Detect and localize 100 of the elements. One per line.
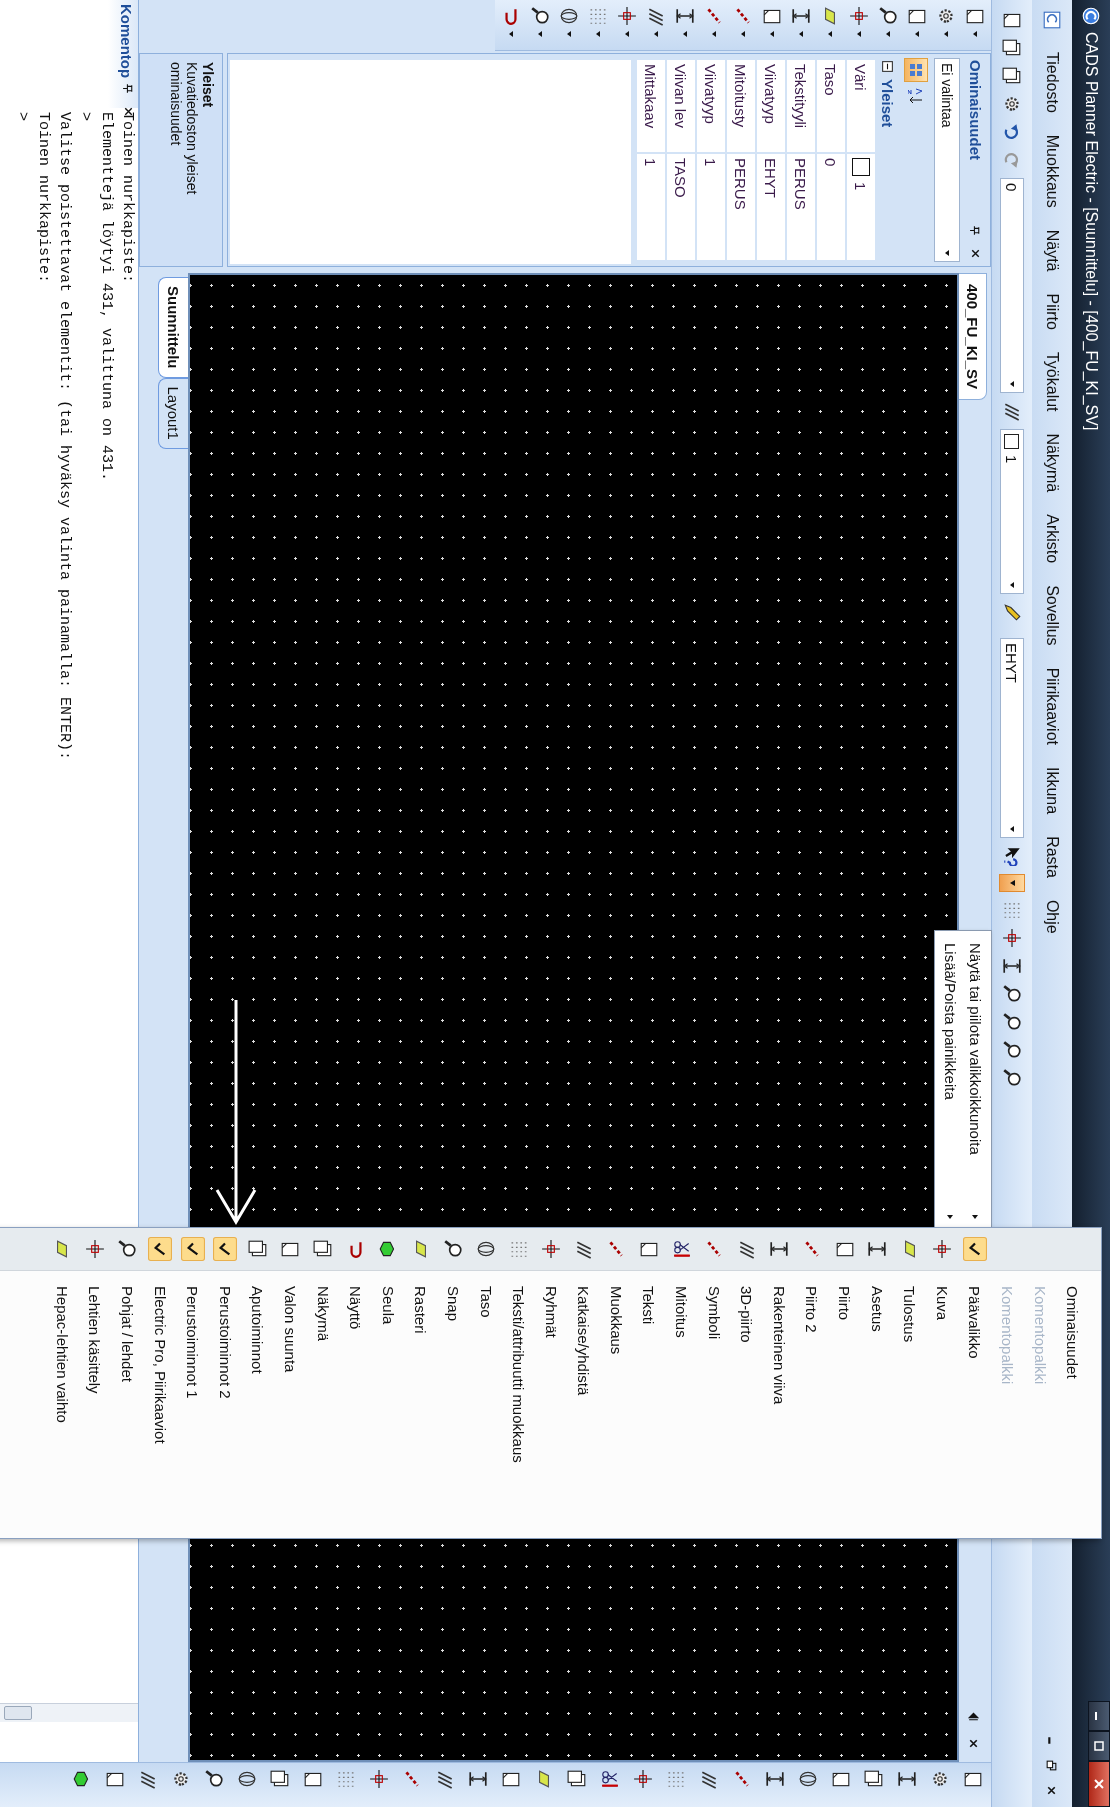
menu-item[interactable]: Muokkaus [1043, 134, 1061, 208]
scroll-tabs-icon[interactable] [967, 1710, 980, 1723]
scissors-icon[interactable] [671, 1239, 692, 1259]
dimension-icon[interactable] [675, 6, 695, 26]
stack-icon[interactable] [270, 1769, 290, 1789]
document-tab[interactable]: 400_FU_KI_SV [959, 273, 987, 401]
checkmark-icon[interactable] [148, 1237, 173, 1261]
help-pointer-icon[interactable] [1002, 846, 1022, 866]
stack-icon[interactable] [864, 1769, 884, 1789]
selection-dropdown[interactable]: Ei valintaa [934, 58, 960, 262]
menu-item[interactable]: Teksti/attribuutti muokkaus [510, 1270, 528, 1463]
stack-icon[interactable] [567, 1769, 587, 1789]
document-icon[interactable] [1042, 10, 1062, 30]
menu-item[interactable]: Ohje [1043, 899, 1061, 934]
property-value[interactable]: 1 [637, 154, 665, 260]
magnifier-icon[interactable] [878, 6, 898, 26]
checkmark-icon[interactable] [962, 1237, 987, 1261]
stack-icon[interactable] [313, 1239, 334, 1259]
dimension-icon[interactable] [791, 6, 811, 26]
dotgrid-icon[interactable] [588, 6, 608, 26]
menu-item[interactable]: Tiedosto [1043, 52, 1061, 113]
gear-icon[interactable] [930, 1769, 950, 1789]
menu-item[interactable]: Piirto 2 [803, 1270, 821, 1333]
menu-item[interactable]: Rasteri [412, 1270, 430, 1334]
menu-item[interactable]: Tulostus [901, 1270, 919, 1343]
maximize-icon[interactable] [1093, 1740, 1105, 1752]
dotgrid-icon[interactable] [1002, 900, 1022, 920]
stack-icon[interactable] [1002, 66, 1022, 86]
menu-item[interactable]: Lehtien käsittely [86, 1270, 104, 1394]
gear-icon[interactable] [1002, 94, 1022, 114]
menu-item[interactable]: Muokkaus [607, 1270, 625, 1355]
menu-item[interactable]: Näytä [1043, 229, 1061, 272]
crosshair-icon[interactable] [1002, 928, 1022, 948]
checkmark-icon[interactable] [180, 1237, 205, 1261]
collapse-icon[interactable] [881, 60, 894, 73]
dimension-icon[interactable] [769, 1239, 790, 1259]
menu-item[interactable]: Snap [444, 1270, 462, 1322]
menu-item[interactable]: Rasta [1043, 836, 1061, 878]
magnifier-icon[interactable] [204, 1769, 224, 1789]
stack-icon[interactable] [247, 1239, 268, 1259]
circles-icon[interactable] [559, 6, 579, 26]
magnifier-icon[interactable] [1002, 1012, 1022, 1032]
checkmark-icon[interactable] [213, 1237, 238, 1261]
dotgrid-icon[interactable] [336, 1769, 356, 1789]
crosshair-icon[interactable] [541, 1239, 562, 1259]
menu-item[interactable]: Arkisto [1043, 514, 1061, 564]
dropdown-field[interactable]: EHYT [1000, 638, 1024, 838]
crosshair-icon[interactable] [84, 1239, 105, 1259]
magnifier-icon[interactable] [1002, 984, 1022, 1004]
stack-icon[interactable] [1002, 38, 1022, 58]
hatch-icon[interactable] [699, 1769, 719, 1789]
dimension-icon[interactable] [468, 1769, 488, 1789]
dimension-icon[interactable] [765, 1769, 785, 1789]
dimension-icon[interactable] [897, 1769, 917, 1789]
menu-item[interactable]: Electric Pro, Piirikaaviot [151, 1270, 169, 1444]
gear-icon[interactable] [171, 1769, 191, 1789]
menu-item[interactable]: Taso [477, 1270, 495, 1318]
menu-item[interactable]: Aputoiminnot [249, 1270, 267, 1374]
menu-item[interactable]: 3D-piirto [738, 1270, 756, 1343]
sheet-tab[interactable]: Suunnittelu [158, 277, 188, 378]
menu-item[interactable]: Hepac-lehtien vaihto [53, 1270, 71, 1423]
sheet-tab[interactable]: Layout1 [158, 377, 188, 449]
minimize-button[interactable] [1088, 1701, 1110, 1731]
property-value[interactable]: 0 [817, 154, 845, 260]
gear-icon[interactable] [936, 6, 956, 26]
menu-item[interactable]: Näytä tai piilota valikkoikkunoita [967, 943, 984, 1205]
menu-item[interactable]: Lisää/Poista painikkeita [942, 943, 959, 1205]
menu-item[interactable]: Kuva [933, 1270, 951, 1321]
menu-item[interactable]: Piirikaaviot [1043, 667, 1061, 745]
magnifier-icon[interactable] [1002, 1040, 1022, 1060]
circles-icon[interactable] [798, 1769, 818, 1789]
hatch-icon[interactable] [138, 1769, 158, 1789]
hatch-icon[interactable] [646, 6, 666, 26]
scrollbar-thumb[interactable] [4, 1706, 32, 1720]
circles-icon[interactable] [237, 1769, 257, 1789]
close-icon[interactable] [967, 1737, 980, 1750]
menu-item[interactable]: Pohjat / lehdet [119, 1270, 136, 1382]
dropdown-field[interactable]: 1 [1000, 429, 1024, 594]
crosshair-icon[interactable] [617, 6, 637, 26]
menu-item[interactable]: Ryhmät [542, 1270, 560, 1338]
menu-item[interactable]: Mitoitus [673, 1270, 691, 1338]
restore-icon[interactable] [1045, 1759, 1059, 1772]
circles-icon[interactable] [476, 1239, 496, 1259]
menu-item[interactable]: Piirto [836, 1270, 854, 1321]
hatch-icon[interactable] [1002, 401, 1022, 421]
menu-item[interactable]: Sovellus [1043, 585, 1061, 646]
menu-item[interactable]: Ominaisuudet [1064, 1270, 1082, 1379]
menu-item[interactable]: Asetus [868, 1270, 886, 1332]
pencil-icon[interactable] [1002, 602, 1022, 622]
property-value[interactable]: PERUS [787, 154, 815, 260]
menu-item[interactable]: Katkaise/yhdistä [575, 1270, 593, 1396]
scrollbar[interactable] [0, 1703, 138, 1722]
menu-item[interactable]: Päävalikko [966, 1270, 984, 1359]
menu-item[interactable]: Piirto [1043, 293, 1061, 330]
dimension-icon[interactable] [1002, 956, 1022, 976]
close-button[interactable] [1088, 1761, 1110, 1807]
menu-item[interactable]: Ikkuna [1043, 767, 1061, 815]
crosshair-icon[interactable] [633, 1769, 653, 1789]
pin-icon[interactable] [122, 82, 135, 96]
menu-item[interactable]: Teksti [640, 1270, 658, 1325]
